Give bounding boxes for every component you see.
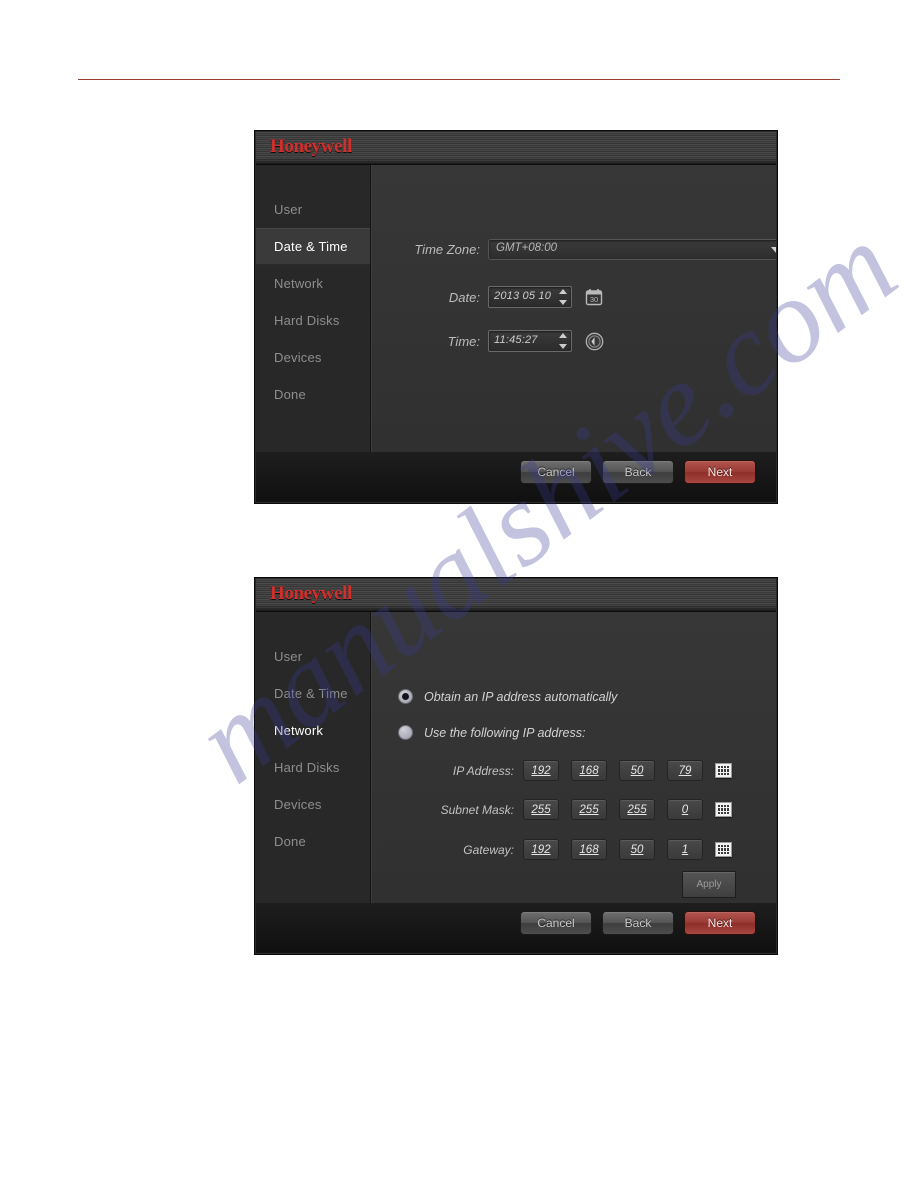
gateway-octet-2[interactable]: 168	[571, 839, 607, 860]
back-button[interactable]: Back	[602, 911, 674, 935]
dialog-footer: Cancel Back Next	[256, 452, 776, 501]
octet-value: 168	[579, 843, 599, 856]
subnet-mask-octet-4[interactable]: 0	[667, 799, 703, 820]
gateway-octet-1[interactable]: 192	[523, 839, 559, 860]
sidebar-item-user[interactable]: User	[256, 191, 370, 228]
clock-icon[interactable]	[584, 331, 604, 351]
sidebar-item-done[interactable]: Done	[256, 823, 370, 860]
chevron-up-icon[interactable]	[559, 289, 567, 294]
dialog-body: User Date & Time Network Hard Disks Devi…	[256, 612, 776, 903]
wizard-sidebar: User Date & Time Network Hard Disks Devi…	[256, 165, 371, 452]
chevron-up-icon[interactable]	[559, 333, 567, 338]
cancel-button[interactable]: Cancel	[520, 460, 592, 484]
octet-value: 50	[630, 764, 644, 777]
ip-address-row: IP Address: 192 168 50 79	[372, 760, 732, 781]
octet-value: 192	[531, 843, 551, 856]
sidebar-item-devices[interactable]: Devices	[256, 339, 370, 376]
sidebar-item-done[interactable]: Done	[256, 376, 370, 413]
radio-button-selected-icon[interactable]	[398, 689, 413, 704]
footer-button-row: Cancel Back Next	[520, 460, 756, 484]
footer-button-row: Cancel Back Next	[520, 911, 756, 935]
radio-button-unselected-icon[interactable]	[398, 725, 413, 740]
sidebar-item-hard-disks[interactable]: Hard Disks	[256, 749, 370, 786]
subnet-mask-octet-3[interactable]: 255	[619, 799, 655, 820]
dialog-titlebar: Honeywell	[256, 132, 776, 165]
time-stepper[interactable]: 11:45:27	[488, 330, 572, 352]
octet-value: 50	[630, 843, 644, 856]
dialog-body: User Date & Time Network Hard Disks Devi…	[256, 165, 776, 452]
sidebar-item-network[interactable]: Network	[256, 712, 370, 749]
ip-address-octet-1[interactable]: 192	[523, 760, 559, 781]
network-form: Obtain an IP address automatically Use t…	[372, 612, 776, 903]
dialog-footer: Cancel Back Next	[256, 903, 776, 952]
radio-obtain-ip-automatically[interactable]: Obtain an IP address automatically	[398, 689, 617, 704]
date-row: Date: 2013 05 10 30	[372, 286, 604, 308]
ip-address-octet-2[interactable]: 168	[571, 760, 607, 781]
dialog-titlebar: Honeywell	[256, 579, 776, 612]
date-value: 2013 05 10	[494, 290, 552, 302]
octet-value: 255	[627, 803, 647, 816]
octet-value: 192	[531, 764, 551, 777]
time-value: 11:45:27	[494, 334, 538, 346]
octet-value: 255	[531, 803, 551, 816]
ip-address-octet-3[interactable]: 50	[619, 760, 655, 781]
radio-label: Obtain an IP address automatically	[424, 689, 618, 704]
timezone-value: GMT+08:00	[496, 242, 558, 254]
page-header-rule	[78, 79, 840, 80]
keypad-icon[interactable]	[715, 842, 732, 857]
timezone-row: Time Zone: GMT+08:00	[372, 239, 776, 260]
dialog-content-panel: Obtain an IP address automatically Use t…	[371, 612, 776, 903]
sidebar-item-devices[interactable]: Devices	[256, 786, 370, 823]
radio-use-following-ip[interactable]: Use the following IP address:	[398, 725, 585, 740]
setup-wizard-dialog-date-time: Honeywell User Date & Time Network Hard …	[255, 131, 777, 503]
chevron-down-icon	[771, 247, 776, 254]
subnet-mask-row: Subnet Mask: 255 255 255 0	[372, 799, 732, 820]
radio-label: Use the following IP address:	[424, 725, 586, 740]
sidebar-item-hard-disks[interactable]: Hard Disks	[256, 302, 370, 339]
gateway-row: Gateway: 192 168 50 1	[372, 839, 732, 860]
sidebar-item-date-time[interactable]: Date & Time	[256, 228, 370, 265]
date-stepper[interactable]: 2013 05 10	[488, 286, 572, 308]
date-spinner-arrows[interactable]	[557, 288, 569, 306]
gateway-octet-3[interactable]: 50	[619, 839, 655, 860]
setup-wizard-dialog-network: Honeywell User Date & Time Network Hard …	[255, 578, 777, 954]
gateway-label: Gateway:	[463, 842, 514, 857]
time-label: Time:	[447, 333, 480, 349]
calendar-icon[interactable]: 30	[584, 287, 604, 307]
wizard-sidebar: User Date & Time Network Hard Disks Devi…	[256, 612, 371, 903]
keypad-icon[interactable]	[715, 763, 732, 778]
next-button[interactable]: Next	[684, 460, 756, 484]
honeywell-logo: Honeywell	[270, 583, 352, 604]
gateway-octet-4[interactable]: 1	[667, 839, 703, 860]
timezone-label: Time Zone:	[414, 242, 480, 257]
ip-address-octet-4[interactable]: 79	[667, 760, 703, 781]
cancel-button[interactable]: Cancel	[520, 911, 592, 935]
subnet-mask-octet-2[interactable]: 255	[571, 799, 607, 820]
keypad-icon[interactable]	[715, 802, 732, 817]
honeywell-logo: Honeywell	[270, 136, 352, 157]
timezone-select[interactable]: GMT+08:00	[488, 239, 776, 260]
apply-button[interactable]: Apply	[682, 871, 736, 898]
next-button[interactable]: Next	[684, 911, 756, 935]
octet-value: 255	[579, 803, 599, 816]
chevron-down-icon[interactable]	[559, 344, 567, 349]
octet-value: 0	[681, 803, 689, 816]
svg-text:30: 30	[590, 295, 598, 304]
octet-value: 1	[681, 843, 689, 856]
subnet-mask-octet-1[interactable]: 255	[523, 799, 559, 820]
dialog-content-panel: Time Zone: GMT+08:00 Date: 2013 05 10 30…	[371, 165, 776, 452]
sidebar-item-user[interactable]: User	[256, 638, 370, 675]
sidebar-item-network[interactable]: Network	[256, 265, 370, 302]
subnet-mask-label: Subnet Mask:	[440, 802, 514, 817]
time-spinner-arrows[interactable]	[557, 332, 569, 350]
ip-address-label: IP Address:	[452, 763, 514, 778]
sidebar-item-date-time[interactable]: Date & Time	[256, 675, 370, 712]
chevron-down-icon[interactable]	[559, 300, 567, 305]
date-time-form: Time Zone: GMT+08:00 Date: 2013 05 10 30…	[372, 165, 776, 452]
octet-value: 168	[579, 764, 599, 777]
back-button[interactable]: Back	[602, 460, 674, 484]
date-label: Date:	[448, 289, 480, 305]
octet-value: 79	[678, 764, 692, 777]
time-row: Time: 11:45:27	[372, 330, 604, 352]
